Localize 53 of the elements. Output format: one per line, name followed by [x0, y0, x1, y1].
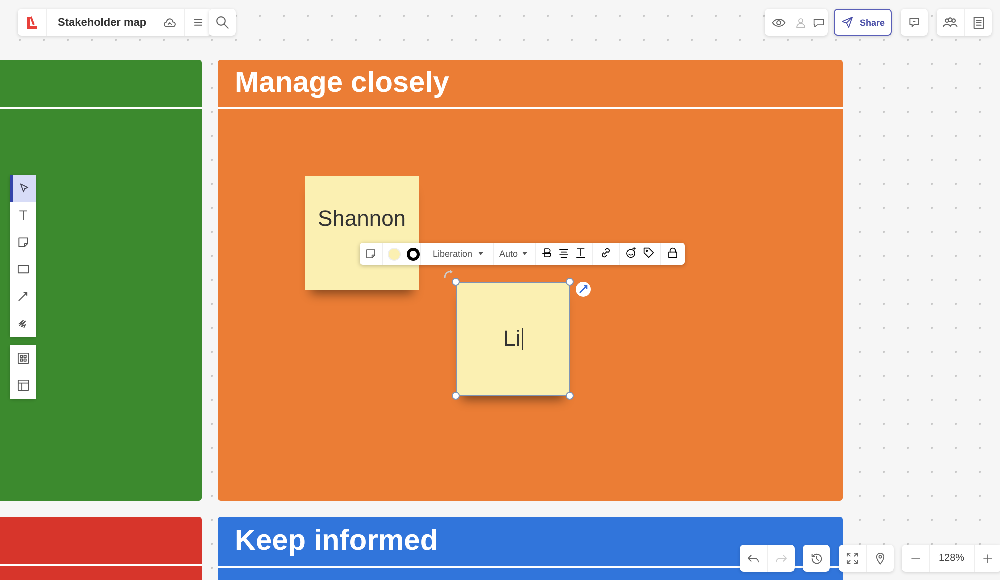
frame-title: Keep informed	[235, 525, 438, 558]
share-button[interactable]: Share	[834, 9, 892, 36]
border-color-swatch[interactable]	[407, 248, 420, 260]
expand-icon	[846, 552, 859, 565]
lock-icon	[667, 246, 680, 258]
caret-icon	[521, 250, 530, 258]
tool-button[interactable]	[10, 345, 36, 372]
sticky-note-text: Li	[503, 326, 521, 352]
frame-title: Manage closely	[235, 67, 450, 100]
text-cursor	[522, 328, 523, 350]
arrow-line-icon	[16, 290, 30, 303]
tool-button[interactable]	[10, 372, 36, 399]
pointer-icon	[18, 182, 31, 195]
emoji-icon	[625, 246, 638, 258]
comment-icon	[908, 16, 921, 29]
sticky-note-icon	[365, 248, 377, 260]
sticky-note-text: Shannon	[318, 206, 406, 232]
document-icon	[972, 16, 986, 30]
sticky-note[interactable]: Shannon	[305, 176, 419, 290]
font-label: Liberation	[433, 249, 473, 259]
zoom-level: 128%	[938, 552, 966, 566]
people-icon	[943, 15, 958, 30]
link-icon	[600, 246, 612, 258]
menu-icon	[192, 16, 205, 29]
fill-color-swatch[interactable]	[388, 248, 401, 260]
cloud-icon	[163, 16, 178, 30]
tool-button[interactable]	[10, 310, 36, 337]
clock-icon	[810, 552, 824, 566]
map-pin-icon	[874, 552, 887, 565]
tool-button[interactable]	[10, 175, 36, 202]
sticky-note-icon	[16, 236, 30, 249]
text-icon	[16, 209, 30, 222]
search-icon	[215, 15, 230, 30]
arrow-icon	[579, 285, 588, 294]
align-center-icon	[558, 246, 570, 258]
person-icon	[795, 16, 807, 28]
rotate-handle-icon[interactable]	[444, 270, 454, 279]
rectangle-icon	[16, 263, 30, 276]
plus-icon	[982, 552, 994, 564]
layout-icon	[16, 379, 30, 392]
text-underline-icon	[575, 246, 588, 258]
chat-bubble-icon	[813, 16, 825, 28]
paper-plane-icon	[840, 16, 854, 29]
size-dropdown[interactable]: Auto	[492, 243, 536, 265]
logo-icon[interactable]	[26, 16, 38, 30]
undo-icon	[747, 552, 760, 565]
grid-icon	[16, 352, 30, 365]
font-dropdown[interactable]: Liberation	[420, 243, 493, 265]
redo-icon	[775, 552, 788, 565]
caret-icon	[476, 250, 485, 258]
tag-icon	[643, 246, 656, 258]
sticky-note[interactable]: Li	[456, 282, 570, 396]
size-label: Auto	[500, 249, 518, 259]
